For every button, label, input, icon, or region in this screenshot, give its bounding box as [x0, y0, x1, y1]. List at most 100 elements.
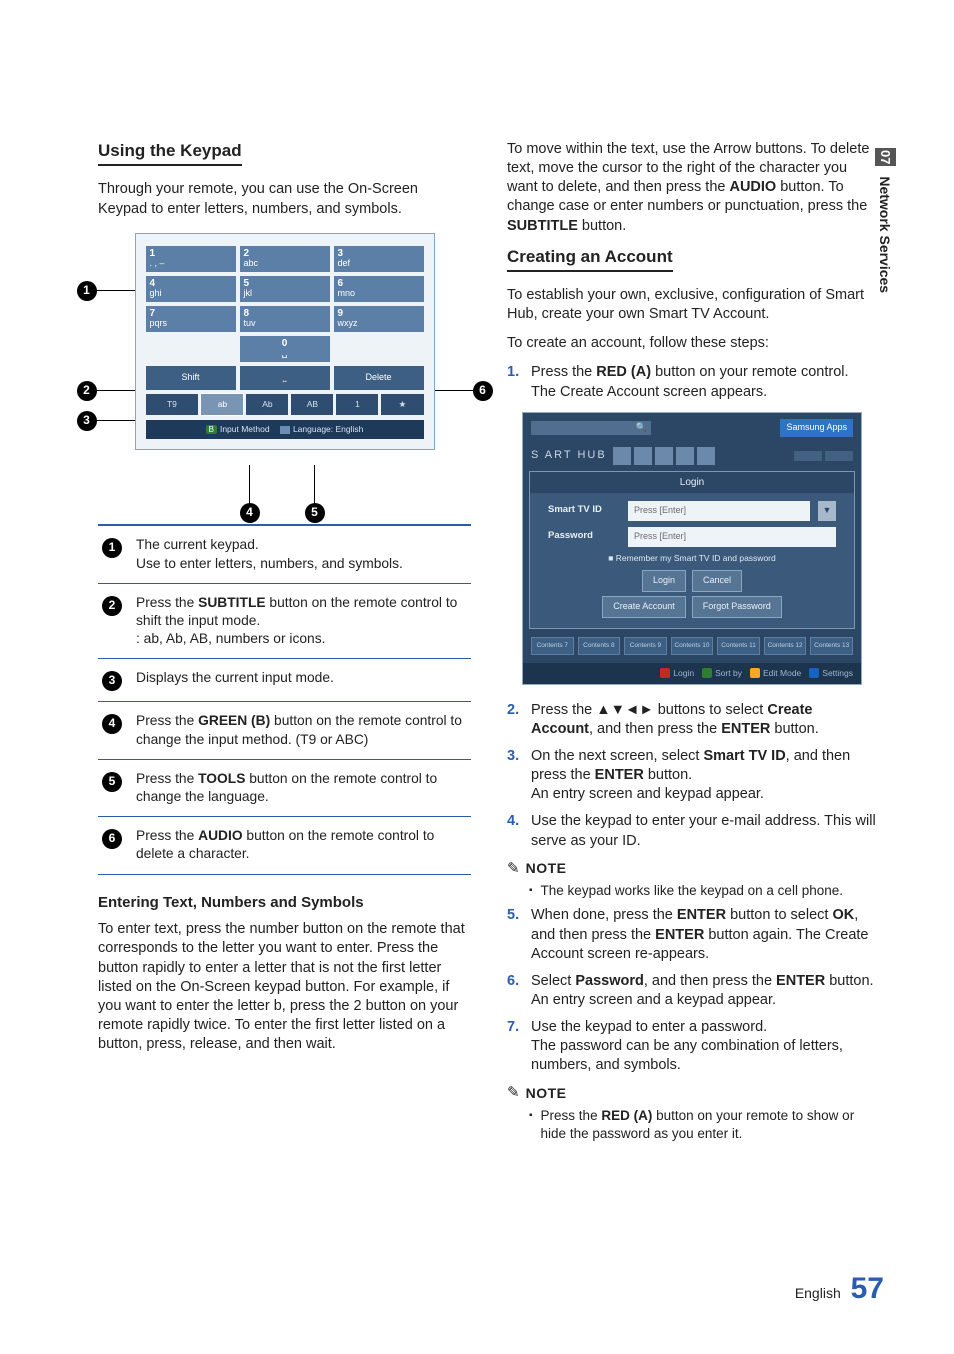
step-4: 4.Use the keypad to enter your e-mail ad…: [507, 812, 877, 850]
key-9[interactable]: 9wxyz: [334, 306, 424, 332]
mode-Ab[interactable]: Ab: [246, 394, 288, 415]
key-2[interactable]: 2abc: [240, 246, 330, 272]
note-2: ✎NOTE: [507, 1083, 877, 1103]
mode-1[interactable]: 1: [336, 394, 378, 415]
key-3[interactable]: 3def: [334, 246, 424, 272]
samsung-apps-tile[interactable]: Samsung Apps: [780, 419, 853, 437]
id-row: Smart TV ID Press [Enter] ▼: [548, 501, 836, 521]
chapter-tab: 07 Network Services: [875, 148, 896, 293]
search-box[interactable]: 🔍: [531, 421, 651, 435]
heading-using-keypad: Using the Keypad: [98, 140, 242, 166]
key-8[interactable]: 8tuv: [240, 306, 330, 332]
cancel-button[interactable]: Cancel: [692, 570, 742, 592]
content-tile[interactable]: Contents 11: [717, 637, 760, 655]
page-footer: English 57: [795, 1272, 884, 1306]
login-form: Smart TV ID Press [Enter] ▼ Password Pre…: [530, 493, 854, 628]
chapter-number: 07: [875, 148, 896, 166]
create-p1: To establish your own, exclusive, config…: [507, 286, 877, 324]
step-7: 7.Use the keypad to enter a password.The…: [507, 1018, 877, 1075]
chip-d: Settings: [809, 668, 853, 679]
note-2-bullet: ▪Press the RED (A) button on your remote…: [529, 1107, 877, 1143]
login-figure: 🔍 Samsung Apps S ART HUB Login Smart TV …: [522, 412, 862, 685]
keypad-panel: 1. , – 2abc 3def 4ghi 5jkl 6mno 7pqrs 8t…: [135, 233, 435, 451]
footer-lang: English: [795, 1285, 841, 1301]
forgot-password-button[interactable]: Forgot Password: [692, 596, 782, 618]
content-tile[interactable]: Contents 12: [764, 637, 807, 655]
mode-ab[interactable]: ab: [201, 394, 243, 415]
badge-3: 3: [102, 671, 122, 691]
pw-row: Password Press [Enter]: [548, 527, 836, 547]
note-1-bullet: ▪The keypad works like the keypad on a c…: [529, 882, 877, 900]
heading-create-account: Creating an Account: [507, 246, 673, 272]
content-tile[interactable]: Contents 7: [531, 637, 574, 655]
create-account-button[interactable]: Create Account: [602, 596, 686, 618]
entering-para: To enter text, press the number button o…: [98, 920, 471, 1054]
callout-row-4: 4 Press the GREEN (B) button on the remo…: [98, 702, 471, 759]
note-icon: ✎: [507, 1083, 520, 1103]
steps-list-cont2: 5.When done, press the ENTER button to s…: [507, 906, 877, 1075]
content-tile[interactable]: Contents 9: [624, 637, 667, 655]
remember-check[interactable]: ■ Remember my Smart TV ID and password: [548, 553, 836, 564]
badge-4: 4: [102, 714, 122, 734]
callout-4: 4: [240, 465, 260, 523]
key-7[interactable]: 7pqrs: [146, 306, 236, 332]
keypad-figure: 1 2 3 6 1. , – 2abc 3def 4ghi 5jkl 6mno …: [135, 233, 435, 451]
login-button[interactable]: Login: [642, 570, 686, 592]
callout-6: 6: [427, 381, 493, 401]
key-4[interactable]: 4ghi: [146, 276, 236, 302]
badge-2: 2: [102, 596, 122, 616]
mode-AB[interactable]: AB: [291, 394, 333, 415]
id-dropdown[interactable]: ▼: [818, 501, 836, 521]
callout-row-2: 2 Press the SUBTITLE button on the remot…: [98, 584, 471, 660]
content-columns: Using the Keypad Through your remote, yo…: [98, 140, 884, 1149]
step-3: 3.On the next screen, select Smart TV ID…: [507, 747, 877, 804]
keypad-mode-row: T9 ab Ab AB 1 ★: [146, 394, 424, 415]
mode-t9[interactable]: T9: [146, 394, 199, 415]
callout-5: 5: [305, 465, 325, 523]
manual-page: 07 Network Services Using the Keypad Thr…: [0, 0, 954, 1354]
keypad-keys: 1. , – 2abc 3def 4ghi 5jkl 6mno 7pqrs 8t…: [146, 246, 424, 362]
badge-1: 1: [102, 538, 122, 558]
key-1[interactable]: 1. , –: [146, 246, 236, 272]
space-key[interactable]: ⎵: [240, 366, 330, 390]
create-p2: To create an account, follow these steps…: [507, 334, 877, 353]
shift-key[interactable]: Shift: [146, 366, 236, 390]
right-column: To move within the text, use the Arrow b…: [507, 140, 877, 1149]
green-b-chip: B: [206, 425, 217, 434]
content-tiles: Contents 7 Contents 8 Contents 9 Content…: [523, 629, 861, 663]
chip-c: Edit Mode: [750, 668, 801, 679]
key-6[interactable]: 6mno: [334, 276, 424, 302]
chip-a: Login: [660, 668, 694, 679]
key-0[interactable]: 0␣: [240, 336, 330, 362]
callout-row-1: 1 The current keypad.Use to enter letter…: [98, 526, 471, 583]
callout-1: 1: [77, 281, 143, 301]
login-footer: Login Sort by Edit Mode Settings: [523, 663, 861, 684]
note-1: ✎NOTE: [507, 859, 877, 879]
delete-key[interactable]: Delete: [334, 366, 424, 390]
callout-row-3: 3 Displays the current input mode.: [98, 659, 471, 702]
key-5[interactable]: 5jkl: [240, 276, 330, 302]
content-tile[interactable]: Contents 8: [578, 637, 621, 655]
return-icon: [280, 426, 290, 434]
keypad-footer: BInput Method Language: English: [146, 420, 424, 440]
smart-hub-logo: S ART HUB: [531, 448, 607, 463]
login-header: Login: [530, 472, 854, 493]
chip-b: Sort by: [702, 668, 742, 679]
page-number: 57: [851, 1272, 884, 1305]
content-tile[interactable]: Contents 10: [671, 637, 714, 655]
pw-label: Password: [548, 530, 620, 543]
brand-row: S ART HUB: [523, 443, 861, 467]
id-input[interactable]: Press [Enter]: [628, 501, 810, 521]
login-dialog: Login Smart TV ID Press [Enter] ▼ Passwo…: [529, 471, 855, 629]
mode-star[interactable]: ★: [381, 394, 423, 415]
callout-row-5: 5 Press the TOOLS button on the remote c…: [98, 760, 471, 817]
note-icon: ✎: [507, 859, 520, 879]
step-1: 1.Press the RED (A) button on your remot…: [507, 363, 877, 401]
pw-input[interactable]: Press [Enter]: [628, 527, 836, 547]
steps-list: 1.Press the RED (A) button on your remot…: [507, 363, 877, 401]
id-label: Smart TV ID: [548, 504, 620, 517]
content-tile[interactable]: Contents 13: [810, 637, 853, 655]
step-5: 5.When done, press the ENTER button to s…: [507, 906, 877, 963]
login-top: 🔍 Samsung Apps: [523, 413, 861, 443]
badge-5: 5: [102, 772, 122, 792]
